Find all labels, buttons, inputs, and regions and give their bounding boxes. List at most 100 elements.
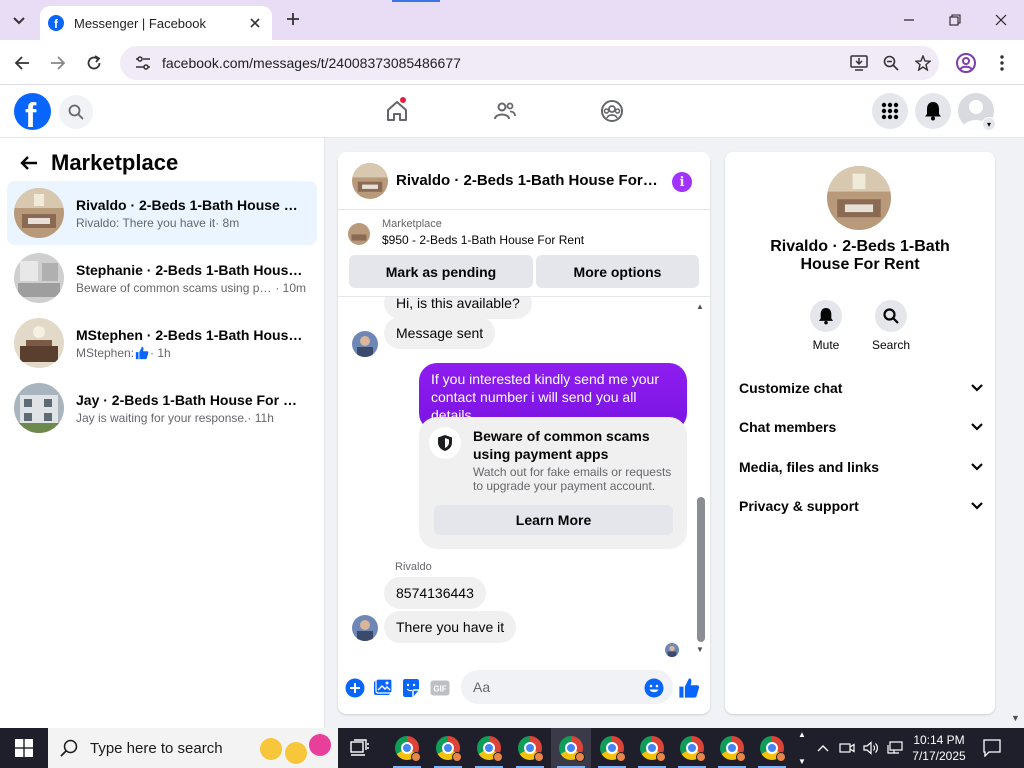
zoom-button[interactable] [875,47,907,79]
conversation-item-jay[interactable]: Jay · 2-Beds 1-Bath House For Rent Jay i… [7,376,317,440]
chevron-down-icon [971,384,983,392]
scroll-up-icon[interactable]: ▲ [696,302,704,311]
tab-title: Messenger | Facebook [74,15,206,31]
chevron-down-icon[interactable]: ▼ [798,757,806,766]
minimize-button[interactable] [897,8,921,32]
meet-now-button[interactable] [838,738,856,758]
url-text[interactable]: facebook.com/messages/t/2400837308548667… [162,55,843,71]
conversation-title: Stephanie · 2-Beds 1-Bath House For Rent [76,261,306,278]
reload-button[interactable] [81,50,107,76]
section-media-files-links[interactable]: Media, files and links [739,455,983,479]
notifications-button[interactable] [915,93,951,129]
address-bar[interactable]: facebook.com/messages/t/2400837308548667… [120,46,939,80]
browser-menu-button[interactable] [990,51,1014,75]
taskbar-chrome-1[interactable] [387,728,427,768]
chevron-up-icon[interactable]: ▲ [798,730,806,739]
new-tab-button[interactable] [282,8,304,30]
taskbar-chrome-7[interactable] [632,728,672,768]
section-chat-members[interactable]: Chat members [739,415,983,439]
network-button[interactable] [886,738,904,758]
back-button[interactable] [9,50,35,76]
conversation-title: MStephen · 2-Beds 1-Bath House For Rent [76,326,306,343]
tab-search-button[interactable] [8,10,30,32]
start-button[interactable] [0,728,48,768]
show-hidden-icons-button[interactable] [814,738,832,758]
restore-icon [949,14,961,26]
chevron-down-icon[interactable]: ▾ [982,117,996,131]
volume-button[interactable] [862,738,880,758]
profile-badge [656,752,666,762]
taskbar-chrome-2[interactable] [428,728,468,768]
chat-title[interactable]: Rivaldo · 2-Beds 1-Bath House For Rent [396,172,658,189]
conversation-time: · 10m [275,280,306,295]
site-info-button[interactable] [128,55,158,71]
nav-groups[interactable] [596,95,628,127]
nav-home[interactable] [381,95,413,127]
taskbar-chrome-8[interactable] [672,728,712,768]
bookmark-button[interactable] [907,47,939,79]
taskbar-chrome-10[interactable] [752,728,792,768]
marketplace-sidebar: Marketplace Rivaldo · 2-Beds 1-Bath Hous… [0,138,325,728]
task-view-button[interactable] [340,728,380,768]
info-icon[interactable]: i [672,172,692,192]
gif-icon[interactable]: GIF [429,677,451,699]
profile-badge [575,752,585,762]
search-highlight-emoji-icon[interactable] [260,738,282,760]
action-center-button[interactable] [980,736,1004,760]
profile-badge [411,752,421,762]
section-label: Privacy & support [739,498,859,514]
taskbar-chrome-4[interactable] [510,728,550,768]
section-customize-chat[interactable]: Customize chat [739,376,983,400]
sidebar-back-button[interactable] [16,150,42,176]
page-scroll-down-icon[interactable]: ▼ [1011,713,1020,723]
more-options-button[interactable]: More options [536,255,699,288]
search-icon [883,308,899,324]
conversation-item-rivaldo[interactable]: Rivaldo · 2-Beds 1-Bath House For Rent R… [7,181,317,245]
tab-close-button[interactable] [246,14,264,32]
conversation-item-stephanie[interactable]: Stephanie · 2-Beds 1-Bath House For Rent… [7,246,317,310]
search-highlight-emoji-icon [309,734,331,756]
photo-icon[interactable] [372,677,394,699]
listing-summary[interactable]: Marketplace $950 - 2-Beds 1-Bath House F… [348,218,703,252]
thumbs-up-icon[interactable] [678,677,700,699]
chat-avatar[interactable] [352,162,388,199]
scrollbar-thumb[interactable] [697,497,705,642]
browser-tab-messenger[interactable]: f Messenger | Facebook [40,6,272,40]
learn-more-button[interactable]: Learn More [434,505,673,535]
emoji-icon[interactable] [643,677,665,699]
profile-button[interactable] [954,51,978,75]
profile-badge [616,752,626,762]
nav-friends[interactable] [489,95,521,127]
shield-icon [429,427,461,459]
facebook-header: f ▾ [0,85,1024,138]
taskbar-overflow[interactable]: ▲ ▼ [794,730,810,766]
conversation-item-mstephen[interactable]: MStephen · 2-Beds 1-Bath House For Rent … [7,311,317,375]
plus-circle-icon[interactable] [344,677,366,699]
install-app-button[interactable] [843,47,875,79]
profile-badge [493,752,503,762]
forward-button[interactable] [45,50,71,76]
taskbar-chrome-9[interactable] [712,728,752,768]
mark-as-pending-button[interactable]: Mark as pending [349,255,533,288]
scroll-down-icon[interactable]: ▼ [696,645,704,654]
taskbar-chrome-6[interactable] [592,728,632,768]
section-privacy-support[interactable]: Privacy & support [739,494,983,518]
facebook-search-button[interactable] [59,95,93,129]
facebook-logo-icon[interactable]: f [14,93,51,130]
zoom-out-icon [883,55,899,71]
section-label: Chat members [739,419,837,435]
taskbar-chrome-5[interactable] [551,728,591,768]
chevron-down-icon [13,17,25,25]
browser-toolbar: facebook.com/messages/t/2400837308548667… [0,40,1024,85]
window-close-button[interactable] [989,8,1013,32]
search-conversation-button[interactable]: Search [861,300,921,352]
menu-grid-button[interactable] [872,93,908,129]
mute-button[interactable]: Mute [796,300,856,352]
conversation-snippet: Jay is waiting for your response. [76,410,248,425]
maximize-button[interactable] [943,8,967,32]
message-input[interactable] [461,670,673,704]
sticker-icon[interactable] [400,677,422,699]
message-scrollbar[interactable]: ▲ ▼ [696,297,706,658]
taskbar-clock[interactable]: 10:14 PM 7/17/2025 [908,732,970,764]
taskbar-chrome-3[interactable] [469,728,509,768]
